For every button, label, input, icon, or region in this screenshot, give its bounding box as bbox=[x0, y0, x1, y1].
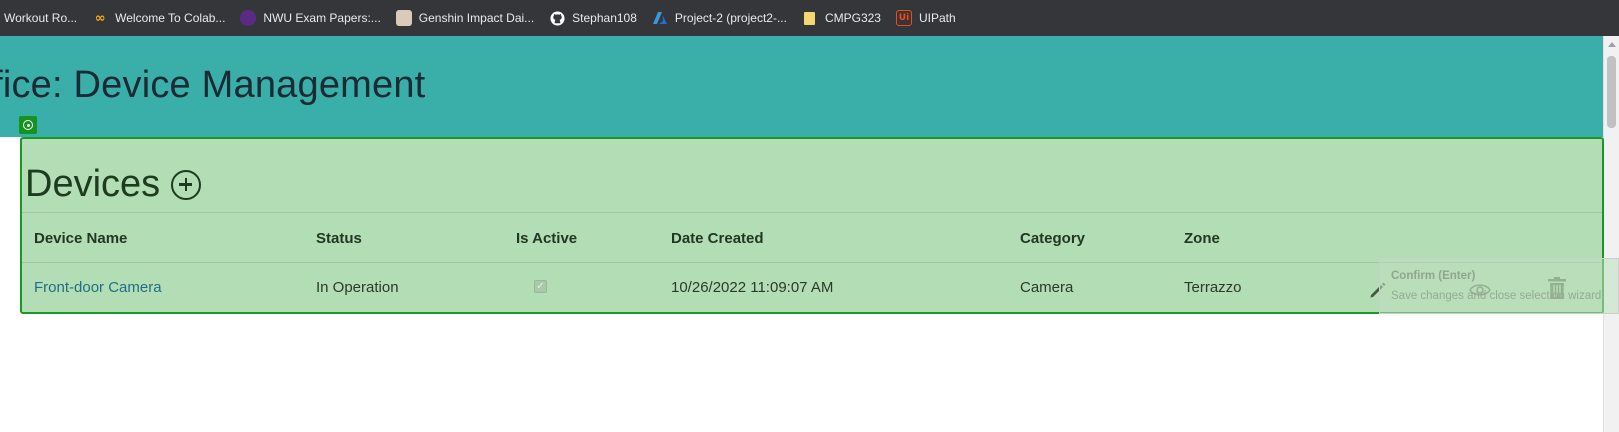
folder-icon bbox=[802, 10, 818, 26]
genshin-icon bbox=[395, 10, 412, 26]
bookmark-cmpg323[interactable]: CMPG323 bbox=[796, 0, 890, 36]
col-category: Category bbox=[1020, 230, 1086, 247]
selection-target-icon bbox=[19, 116, 37, 134]
page-title: ffice: Device Management bbox=[0, 64, 426, 106]
azure-icon bbox=[652, 10, 668, 26]
bookmark-label: Project-2 (project2-... bbox=[674, 11, 787, 25]
bookmark-colab[interactable]: ∞ Welcome To Colab... bbox=[86, 0, 234, 36]
bookmark-nwu[interactable]: NWU Exam Papers:... bbox=[234, 0, 389, 36]
github-icon bbox=[549, 10, 565, 26]
col-device-name: Device Name bbox=[34, 230, 128, 247]
vertical-scrollbar[interactable] bbox=[1603, 36, 1619, 432]
tooltip-title: Confirm (Enter) bbox=[1391, 270, 1476, 282]
colab-icon: ∞ bbox=[94, 10, 106, 26]
is-active-checkbox: ✓ bbox=[534, 280, 547, 293]
bookmark-github[interactable]: Stephan108 bbox=[543, 0, 646, 36]
devices-heading: Devices bbox=[25, 163, 202, 206]
devices-panel: Devices Device Name Status Is Active Dat… bbox=[20, 137, 1604, 314]
col-date-created: Date Created bbox=[671, 230, 764, 247]
scroll-up-icon[interactable] bbox=[1608, 42, 1616, 47]
bookmark-label: UIPath bbox=[918, 11, 956, 25]
divider bbox=[22, 262, 1602, 263]
bookmark-uipath[interactable]: Ui UIPath bbox=[890, 0, 965, 36]
devices-title: Devices bbox=[25, 163, 161, 205]
col-zone: Zone bbox=[1184, 230, 1220, 247]
device-status: In Operation bbox=[316, 279, 399, 296]
bookmark-label: CMPG323 bbox=[824, 11, 881, 25]
device-name-link[interactable]: Front-door Camera bbox=[34, 279, 162, 296]
bookmark-label: Genshin Impact Dai... bbox=[418, 11, 535, 25]
device-zone: Terrazzo bbox=[1184, 279, 1242, 296]
bookmarks-bar: Workout Ro... ∞ Welcome To Colab... NWU … bbox=[0, 0, 1619, 36]
scrollbar-thumb[interactable] bbox=[1607, 56, 1616, 128]
col-status: Status bbox=[316, 230, 362, 247]
bookmark-label: Workout Ro... bbox=[4, 11, 78, 25]
bookmark-genshin[interactable]: Genshin Impact Dai... bbox=[390, 0, 543, 36]
uipath-icon: Ui bbox=[895, 10, 912, 26]
bookmark-workout[interactable]: Workout Ro... bbox=[0, 0, 86, 36]
bookmark-azure-project[interactable]: Project-2 (project2-... bbox=[646, 0, 796, 36]
add-device-button[interactable] bbox=[171, 169, 202, 200]
device-date-created: 10/26/2022 11:09:07 AM bbox=[671, 279, 834, 296]
bookmark-label: Welcome To Colab... bbox=[115, 11, 226, 25]
bookmark-label: NWU Exam Papers:... bbox=[263, 11, 381, 25]
col-is-active: Is Active bbox=[516, 230, 578, 247]
confirm-tooltip: Confirm (Enter) Save changes and close s… bbox=[1379, 258, 1619, 314]
divider bbox=[22, 212, 1602, 213]
nwu-icon bbox=[240, 10, 257, 26]
device-category: Camera bbox=[1020, 279, 1074, 296]
page-header: ffice: Device Management bbox=[0, 36, 1603, 137]
bookmark-label: Stephan108 bbox=[572, 11, 637, 25]
tooltip-text: Save changes and close selection wizard. bbox=[1391, 290, 1605, 302]
